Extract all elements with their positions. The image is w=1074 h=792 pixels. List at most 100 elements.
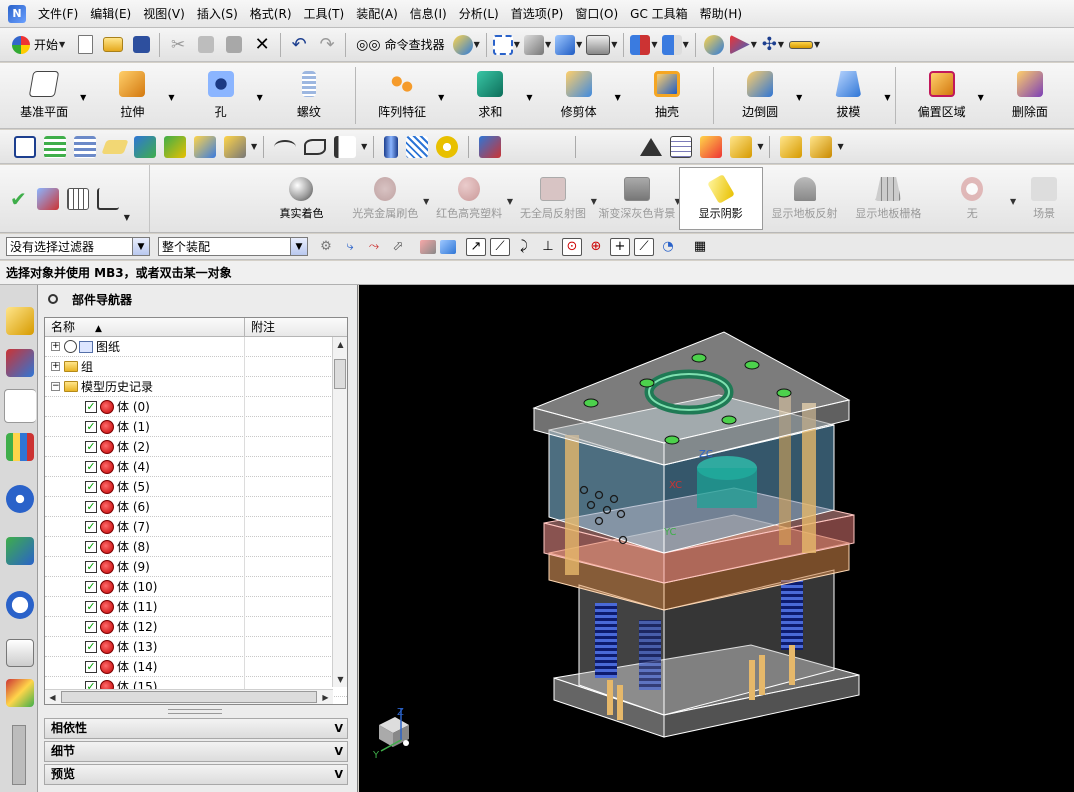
eraser-icon[interactable] [420, 239, 436, 254]
tree-row-drawings[interactable]: + 图纸 [45, 336, 347, 357]
wcs-button[interactable]: ✣ ▼ [761, 32, 785, 58]
measure-button[interactable]: ▼ [788, 32, 820, 58]
menu-analysis[interactable]: 分析(L) [453, 0, 505, 28]
visibility-checkbox[interactable]: ✓ [85, 620, 97, 633]
tree-row-body[interactable]: ✓ 体 (1) [45, 416, 347, 437]
assembly-icon[interactable] [730, 135, 753, 158]
type-filter-select[interactable]: 没有选择过滤器 ▼ [6, 237, 150, 256]
visibility-checkbox[interactable]: ✓ [85, 540, 97, 553]
visibility-checkbox[interactable]: ✓ [85, 440, 97, 453]
visibility-checkbox[interactable]: ✓ [85, 400, 97, 413]
menu-view[interactable]: 视图(V) [137, 0, 191, 28]
menu-help[interactable]: 帮助(H) [694, 0, 748, 28]
delete-button[interactable]: ✕ [250, 32, 274, 58]
web-browser-icon[interactable] [6, 485, 34, 513]
snap-center-icon[interactable]: ⊙ [562, 237, 582, 256]
axis-select-icon[interactable] [96, 187, 119, 210]
show-shadows-button[interactable]: 显示阴影 [678, 167, 763, 230]
select-tangent-icon[interactable]: ⤳ [364, 238, 384, 256]
shell-button[interactable]: 抽壳 [623, 63, 711, 128]
gradient-background-button[interactable]: 渐变深灰色背景 ▼ [595, 165, 681, 232]
collapse-icon[interactable]: − [51, 382, 60, 391]
menu-format[interactable]: 格式(R) [244, 0, 298, 28]
menu-info[interactable]: 信息(I) [404, 0, 453, 28]
mold-assembly-model[interactable]: ZC XC YC Z Y [359, 285, 1074, 792]
history-icon[interactable] [6, 591, 34, 619]
visibility-checkbox[interactable]: ✓ [85, 520, 97, 533]
copy-button[interactable] [194, 32, 218, 58]
delete-face-button[interactable]: 删除面 [986, 63, 1074, 128]
curve-icon[interactable] [274, 139, 297, 154]
snap-line-icon[interactable]: ⟋ [490, 237, 510, 256]
floor-reflection-button[interactable]: 显示地板反射 [763, 165, 847, 232]
trim-body-button[interactable]: 修剪体 ▼ [535, 63, 623, 128]
hole-button[interactable]: 孔 ▼ [177, 63, 265, 128]
mold-wizard-icon[interactable] [780, 135, 803, 158]
floor-grid-button[interactable]: 显示地板栅格 [846, 165, 930, 232]
resource-scroll[interactable] [12, 725, 26, 785]
grid-select-icon[interactable] [66, 187, 89, 210]
surface-icon[interactable] [304, 138, 327, 155]
selection-scope-select[interactable]: 整个装配 ▼ [158, 237, 308, 256]
layer-settings-icon[interactable] [74, 135, 96, 158]
sketch-icon[interactable] [334, 135, 357, 158]
menu-insert[interactable]: 插入(S) [191, 0, 244, 28]
visibility-checkbox[interactable]: ✓ [85, 560, 97, 573]
edge-blend-button[interactable]: 边倒圆 ▼ [716, 63, 804, 128]
tree-row-body[interactable]: ✓ 体 (2) [45, 436, 347, 457]
offset-region-button[interactable]: 偏置区域 ▼ [898, 63, 986, 128]
tree-row-body[interactable]: ✓ 体 (5) [45, 476, 347, 497]
scene-button[interactable]: 场景 [1014, 165, 1074, 232]
open-button[interactable] [101, 32, 125, 58]
reflection-map-button[interactable]: 无全局反射图 ▼ [511, 165, 597, 232]
note-icon[interactable] [101, 139, 129, 154]
tools-icon[interactable] [479, 135, 502, 158]
history-palette-icon[interactable] [6, 537, 34, 565]
layers-icon[interactable] [44, 135, 66, 158]
triangle-icon[interactable] [640, 137, 663, 156]
pin-icon[interactable] [48, 294, 58, 304]
blank-icon[interactable] [194, 135, 216, 158]
column-note-header[interactable]: 附注 [245, 318, 275, 336]
visibility-checkbox[interactable]: ✓ [85, 600, 97, 613]
selection-tools-button[interactable]: ▼ [452, 32, 480, 58]
edit-object-icon[interactable] [134, 135, 156, 158]
draft-button[interactable]: 拔模 ▼ [804, 63, 892, 128]
unite-button[interactable]: 求和 ▼ [446, 63, 534, 128]
save-button[interactable] [129, 32, 153, 58]
redo-button[interactable]: ↷ [315, 32, 339, 58]
chevron-down-icon[interactable]: ▼ [361, 142, 367, 151]
select-face-icon[interactable]: ⬀ [388, 238, 408, 256]
cube-select-icon[interactable] [440, 239, 456, 254]
spring-icon[interactable] [406, 135, 429, 158]
snap-intersection-icon[interactable]: + [610, 237, 630, 256]
tree-row-body[interactable]: ✓ 体 (13) [45, 636, 347, 657]
snap-curve-icon[interactable]: ⤸ [514, 238, 534, 256]
tree-row-body[interactable]: ✓ 体 (4) [45, 456, 347, 477]
snap-tangent-icon[interactable]: ⟋ [634, 237, 654, 256]
undo-button[interactable]: ↶ [287, 32, 311, 58]
menu-assemblies[interactable]: 装配(A) [350, 0, 404, 28]
snap-grid-icon[interactable]: ▦ [690, 238, 710, 256]
roles-icon[interactable] [6, 679, 34, 707]
tree-row-body[interactable]: ✓ 体 (7) [45, 516, 347, 537]
pattern-feature-button[interactable]: 阵列特征 ▼ [358, 63, 446, 128]
horizontal-scrollbar[interactable]: ◀ ▶ [45, 689, 333, 704]
preview-panel[interactable]: 预览 V [44, 764, 348, 785]
show-hide-icon[interactable] [164, 135, 186, 158]
menu-edit[interactable]: 编辑(E) [84, 0, 137, 28]
scroll-thumb[interactable] [334, 359, 346, 389]
reuse-library-icon[interactable] [6, 433, 34, 461]
h-scroll-thumb[interactable] [61, 691, 317, 703]
menu-window[interactable]: 窗口(O) [569, 0, 624, 28]
check-icon[interactable]: ✔ [10, 187, 27, 211]
visibility-checkbox[interactable]: ✓ [85, 660, 97, 673]
graphics-window[interactable]: ZC XC YC Z Y [359, 285, 1074, 792]
column-name-header[interactable]: 名称 ▲ [45, 318, 245, 336]
part-navigator-icon[interactable] [4, 389, 36, 423]
tree-row-body[interactable]: ✓ 体 (6) [45, 496, 347, 517]
mold-base-icon[interactable] [810, 135, 833, 158]
scroll-left-icon[interactable]: ◀ [45, 690, 60, 704]
menu-preferences[interactable]: 首选项(P) [505, 0, 570, 28]
chevron-down-icon[interactable]: ▼ [251, 142, 257, 151]
